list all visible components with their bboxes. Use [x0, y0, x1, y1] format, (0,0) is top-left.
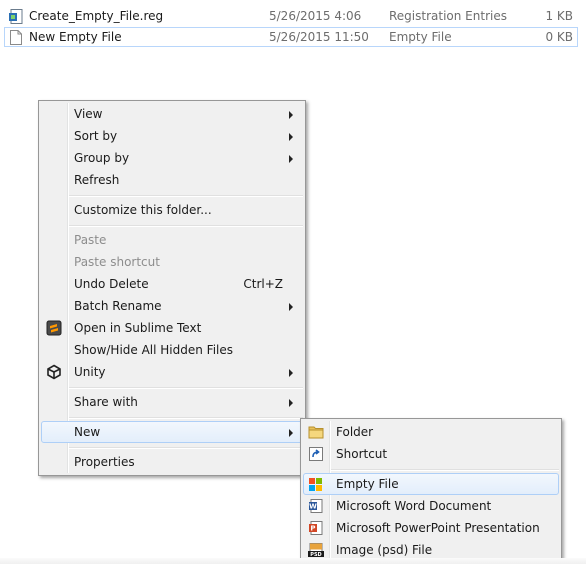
menu-item-undo-delete[interactable]: Undo Delete Ctrl+Z: [41, 273, 303, 295]
submenu-arrow-icon: [289, 429, 293, 437]
keyboard-shortcut: Ctrl+Z: [243, 277, 283, 291]
context-menu: View Sort by Group by Refresh Customize …: [38, 100, 306, 476]
menu-item-group-by[interactable]: Group by: [41, 147, 303, 169]
file-row-create-empty-file-reg[interactable]: Create_Empty_File.reg 5/26/2015 4:06 Reg…: [4, 6, 578, 26]
file-size: 0 KB: [545, 30, 573, 44]
menu-item-label: Refresh: [74, 173, 120, 187]
menu-item-label: Share with: [74, 395, 138, 409]
psd-file-icon: PSD: [308, 543, 324, 558]
file-type: Empty File: [389, 30, 452, 44]
status-strip: [0, 558, 586, 564]
menu-item-view[interactable]: View: [41, 103, 303, 125]
menu-item-properties[interactable]: Properties: [41, 451, 303, 473]
powerpoint-icon: P: [309, 521, 323, 535]
menu-item-paste: Paste: [41, 229, 303, 251]
menu-item-label: Empty File: [336, 477, 399, 491]
menu-item-label: Microsoft Word Document: [336, 499, 492, 513]
menu-item-batch-rename[interactable]: Batch Rename: [41, 295, 303, 317]
menu-item-label: Batch Rename: [74, 299, 162, 313]
menu-item-label: Open in Sublime Text: [74, 321, 202, 335]
menu-item-unity[interactable]: Unity: [41, 361, 303, 383]
menu-item-label: Image (psd) File: [336, 543, 433, 557]
file-date: 5/26/2015 4:06: [269, 9, 362, 23]
menu-separator: [331, 469, 559, 471]
menu-separator: [69, 417, 303, 419]
svg-text:P: P: [310, 525, 315, 533]
menu-item-open-sublime[interactable]: Open in Sublime Text: [41, 317, 303, 339]
menu-item-label: Unity: [74, 365, 106, 379]
menu-item-new[interactable]: New: [41, 421, 303, 443]
sublime-text-icon: [46, 320, 62, 336]
svg-text:W: W: [309, 503, 317, 511]
submenu-arrow-icon: [289, 369, 293, 377]
file-date: 5/26/2015 11:50: [269, 30, 369, 44]
menu-separator: [69, 447, 303, 449]
submenu-arrow-icon: [289, 303, 293, 311]
menu-item-label: Group by: [74, 151, 130, 165]
menu-item-label: View: [74, 107, 103, 121]
menu-item-label: Shortcut: [336, 447, 388, 461]
submenu-item-shortcut[interactable]: Shortcut: [303, 443, 559, 465]
blank-file-icon: [10, 30, 22, 45]
empty-file-icon: [309, 478, 322, 491]
reg-file-icon: [9, 9, 23, 24]
submenu-item-powerpoint[interactable]: P Microsoft PowerPoint Presentation: [303, 517, 559, 539]
menu-item-sort-by[interactable]: Sort by: [41, 125, 303, 147]
file-type: Registration Entries: [389, 9, 507, 23]
menu-item-label: New: [74, 425, 101, 439]
word-document-icon: W: [309, 499, 323, 513]
shortcut-icon: [309, 447, 323, 461]
menu-item-show-hide-hidden[interactable]: Show/Hide All Hidden Files: [41, 339, 303, 361]
menu-item-label: Folder: [336, 425, 374, 439]
menu-item-share-with[interactable]: Share with: [41, 391, 303, 413]
folder-icon: [308, 426, 324, 439]
menu-item-label: Properties: [74, 455, 135, 469]
menu-item-label: Paste shortcut: [74, 255, 160, 269]
menu-item-customize-folder[interactable]: Customize this folder...: [41, 199, 303, 221]
menu-item-label: Paste: [74, 233, 107, 247]
submenu-arrow-icon: [289, 111, 293, 119]
menu-separator: [69, 195, 303, 197]
menu-separator: [69, 225, 303, 227]
menu-item-paste-shortcut: Paste shortcut: [41, 251, 303, 273]
menu-item-label: Microsoft PowerPoint Presentation: [336, 521, 540, 535]
submenu-arrow-icon: [289, 133, 293, 141]
submenu-item-word-document[interactable]: W Microsoft Word Document: [303, 495, 559, 517]
menu-separator: [69, 387, 303, 389]
menu-item-refresh[interactable]: Refresh: [41, 169, 303, 191]
menu-item-label: Show/Hide All Hidden Files: [74, 343, 234, 357]
submenu-arrow-icon: [289, 399, 293, 407]
submenu-item-folder[interactable]: Folder: [303, 421, 559, 443]
file-size: 1 KB: [545, 9, 573, 23]
menu-item-label: Customize this folder...: [74, 203, 212, 217]
file-row-new-empty-file[interactable]: New Empty File 5/26/2015 11:50 Empty Fil…: [4, 27, 578, 47]
submenu-arrow-icon: [289, 155, 293, 163]
new-submenu: Folder Shortcut Empty File W Microsoft W…: [300, 418, 562, 564]
unity-icon: [47, 364, 61, 380]
submenu-item-empty-file[interactable]: Empty File: [303, 473, 559, 495]
menu-item-label: Undo Delete: [74, 277, 149, 291]
file-name: Create_Empty_File.reg: [29, 9, 164, 23]
file-name: New Empty File: [29, 30, 122, 44]
menu-item-label: Sort by: [74, 129, 118, 143]
